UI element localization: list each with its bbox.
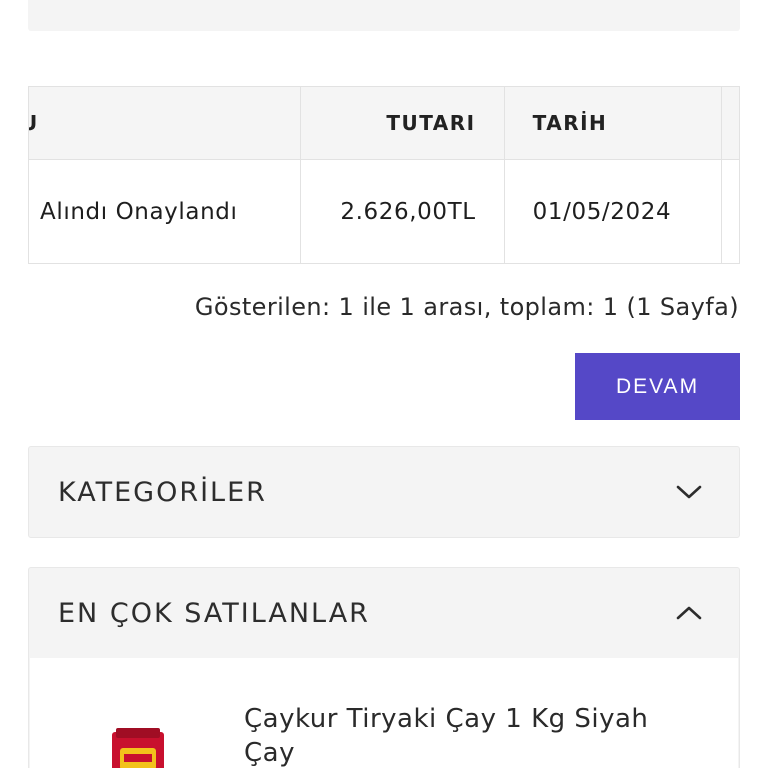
header-date: TARİH: [505, 87, 723, 159]
header-extra: [722, 87, 739, 159]
categories-panel: KATEGORİLER: [28, 446, 740, 538]
tea-package-thumbnail[interactable]: [106, 726, 170, 768]
chevron-up-icon[interactable]: [675, 603, 703, 623]
cell-status: Alındı Onaylandı: [29, 160, 302, 263]
bestsellers-panel-header[interactable]: EN ÇOK SATILANLAR: [29, 568, 739, 658]
table-row: Alındı Onaylandı 2.626,00TL 01/05/2024: [29, 160, 739, 263]
cell-date: 01/05/2024: [505, 160, 723, 263]
cell-amount: 2.626,00TL: [301, 160, 505, 263]
chevron-down-icon[interactable]: [675, 482, 703, 502]
categories-title: KATEGORİLER: [58, 476, 267, 508]
bestsellers-title: EN ÇOK SATILANLAR: [58, 597, 370, 629]
top-panel: [28, 0, 740, 31]
orders-table: U TUTARI TARİH Alındı Onaylandı 2.626,00…: [28, 86, 740, 264]
table-header-row: U TUTARI TARİH: [29, 87, 739, 160]
header-status: U: [29, 87, 302, 159]
categories-panel-header[interactable]: KATEGORİLER: [29, 447, 739, 537]
cell-extra: [722, 160, 739, 263]
bestsellers-list: Çaykur Tiryaki Çay 1 Kg Siyah Çay: [30, 658, 738, 768]
continue-button[interactable]: DEVAM: [575, 353, 740, 420]
header-amount: TUTARI: [301, 87, 505, 159]
bestsellers-panel: EN ÇOK SATILANLAR Çaykur Tiryaki Çay 1 K…: [28, 567, 740, 768]
pagination-info: Gösterilen: 1 ile 1 arası, toplam: 1 (1 …: [194, 293, 739, 321]
product-link[interactable]: Çaykur Tiryaki Çay 1 Kg Siyah Çay: [244, 702, 684, 768]
